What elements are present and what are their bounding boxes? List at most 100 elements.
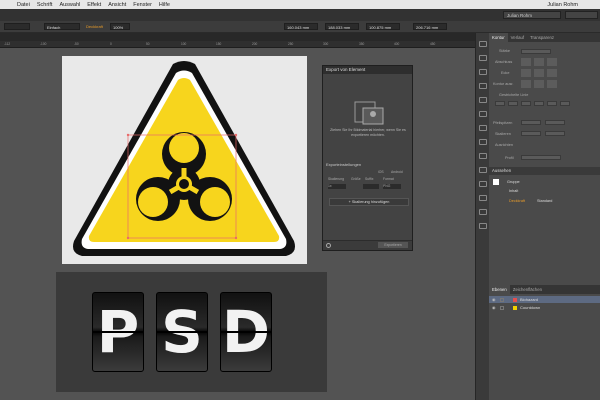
menu-effekt[interactable]: Effekt [87, 2, 101, 8]
flip-tile-p: P [92, 292, 144, 372]
tool-icon[interactable] [479, 97, 487, 103]
col-format: Format [383, 177, 394, 181]
tool-icon[interactable] [479, 83, 487, 89]
tab-verlauf[interactable]: Verlauf [508, 33, 527, 42]
lock-toggle-icon[interactable] [500, 305, 504, 310]
cap-square-button[interactable] [547, 58, 557, 66]
corner-miter-button[interactable] [521, 69, 531, 77]
document-tab-bar [0, 33, 475, 41]
width-field[interactable]: 100,875 mm [366, 23, 400, 30]
control-bar: Einfach Deckkraft 100% 160,043 mm 188,03… [0, 21, 600, 33]
artboard-biohazard[interactable] [62, 56, 307, 264]
cap-label: Abschluss [495, 60, 513, 64]
gap-field[interactable] [534, 101, 544, 106]
workspace-user-dropdown[interactable]: Julian Rohm [503, 11, 561, 19]
dash-field[interactable] [495, 101, 505, 106]
menu-fenster[interactable]: Fenster [133, 2, 152, 8]
layer-row-countdown[interactable]: ◉ Countdown [489, 304, 600, 311]
arrow-end-select[interactable] [545, 120, 565, 125]
appearance-opacity-value: Standard [537, 199, 553, 203]
ruler-label: -112 [4, 42, 11, 46]
y-field[interactable]: 188,033 mm [325, 23, 359, 30]
menu-datei[interactable]: Datei [17, 2, 30, 8]
layer-row-biohazard[interactable]: ◉ Biohazard [489, 296, 600, 303]
tool-icon[interactable] [479, 153, 487, 159]
arrow-scale-start[interactable] [521, 131, 541, 136]
menubar-user-name[interactable]: Julian Rohm [547, 2, 578, 8]
export-panel-title[interactable]: Export von Element [323, 66, 412, 74]
tool-icon[interactable] [479, 125, 487, 131]
layer-name[interactable]: Biohazard [520, 296, 538, 303]
stroke-weight-label: Stärke [499, 49, 510, 53]
gap-field[interactable] [508, 101, 518, 106]
arrow-scale-end[interactable] [545, 131, 565, 136]
dash-field[interactable] [521, 101, 531, 106]
layer-name[interactable]: Countdown [520, 304, 540, 311]
tool-icon[interactable] [479, 195, 487, 201]
visibility-eye-icon[interactable]: ◉ [492, 304, 496, 311]
dashed-line-checkbox[interactable]: Gestrichelte Linie [499, 93, 528, 97]
ios-label[interactable]: iOS [378, 170, 384, 174]
biohazard-warning-sign[interactable] [62, 56, 307, 264]
visibility-eye-icon[interactable]: ◉ [492, 296, 496, 303]
format-select[interactable]: PNG [383, 184, 401, 189]
dash-field[interactable] [547, 101, 557, 106]
lock-toggle-icon[interactable] [500, 297, 504, 302]
ruler-label: -100 [40, 42, 47, 46]
appearance-opacity-link[interactable]: Deckkraft [509, 199, 525, 203]
export-asset-panel[interactable]: Export von Element Ziehen Sie Ihr Bildma… [322, 65, 413, 251]
arrow-start-select[interactable] [521, 120, 541, 125]
flip-counter: P S D [92, 292, 272, 372]
align-center-button[interactable] [521, 80, 531, 88]
layers-panel-tabs: Ebenen Zeichenflächen [489, 285, 600, 294]
export-settings-heading[interactable]: Exporteinstellungen [326, 162, 361, 167]
suffix-field[interactable] [363, 184, 379, 189]
android-label[interactable]: Android [391, 170, 403, 174]
export-button[interactable]: Exportieren [378, 242, 408, 248]
tool-icon[interactable] [479, 223, 487, 229]
opacity-field[interactable]: 100% [110, 23, 130, 30]
corner-round-button[interactable] [534, 69, 544, 77]
scale-field[interactable]: 1x [328, 184, 346, 189]
tool-icon[interactable] [479, 167, 487, 173]
info-icon[interactable] [326, 243, 331, 248]
gap-field[interactable] [560, 101, 570, 106]
appearance-content-row[interactable]: Inhalt [509, 189, 518, 193]
tool-icon[interactable] [479, 111, 487, 117]
fill-stroke-selector[interactable] [4, 23, 30, 30]
stroke-weight-field[interactable] [521, 49, 551, 54]
tab-kontur[interactable]: Kontur [489, 33, 508, 42]
arrowheads-label: Pfeilspitzen [493, 121, 513, 125]
corner-label: Ecke [501, 71, 510, 75]
ruler-label: 200 [252, 42, 258, 46]
stroke-style-select[interactable]: Einfach [44, 23, 80, 30]
cap-butt-button[interactable] [521, 58, 531, 66]
appearance-group-label[interactable]: Gruppe [507, 180, 520, 184]
add-scaling-button[interactable]: + Skalierung hinzufügen [329, 198, 409, 206]
tool-icon[interactable] [479, 55, 487, 61]
profile-select[interactable] [521, 155, 561, 160]
appearance-panel-title[interactable]: Aussehen [489, 167, 600, 175]
tool-icon[interactable] [479, 69, 487, 75]
menu-hilfe[interactable]: Hilfe [159, 2, 170, 8]
tool-icon[interactable] [479, 209, 487, 215]
col-suffix: Suffix [365, 177, 374, 181]
align-outside-button[interactable] [547, 80, 557, 88]
height-field[interactable]: 206,716 mm [413, 23, 447, 30]
menu-ansicht[interactable]: Ansicht [108, 2, 126, 8]
corner-bevel-button[interactable] [547, 69, 557, 77]
tool-icon[interactable] [479, 181, 487, 187]
menu-auswahl[interactable]: Auswahl [59, 2, 80, 8]
x-field[interactable]: 160,043 mm [284, 23, 318, 30]
tool-icon[interactable] [479, 139, 487, 145]
align-inside-button[interactable] [534, 80, 544, 88]
tab-ebenen[interactable]: Ebenen [489, 285, 510, 294]
opacity-link[interactable]: Deckkraft [84, 23, 108, 30]
search-field[interactable] [565, 11, 598, 19]
tab-transparenz[interactable]: Transparenz [527, 33, 557, 42]
tab-zeichenflaechen[interactable]: Zeichenflächen [510, 285, 545, 294]
cap-round-button[interactable] [534, 58, 544, 66]
menu-schrift[interactable]: Schrift [37, 2, 53, 8]
tool-icon[interactable] [479, 41, 487, 47]
application-bar: Julian Rohm [0, 9, 600, 21]
